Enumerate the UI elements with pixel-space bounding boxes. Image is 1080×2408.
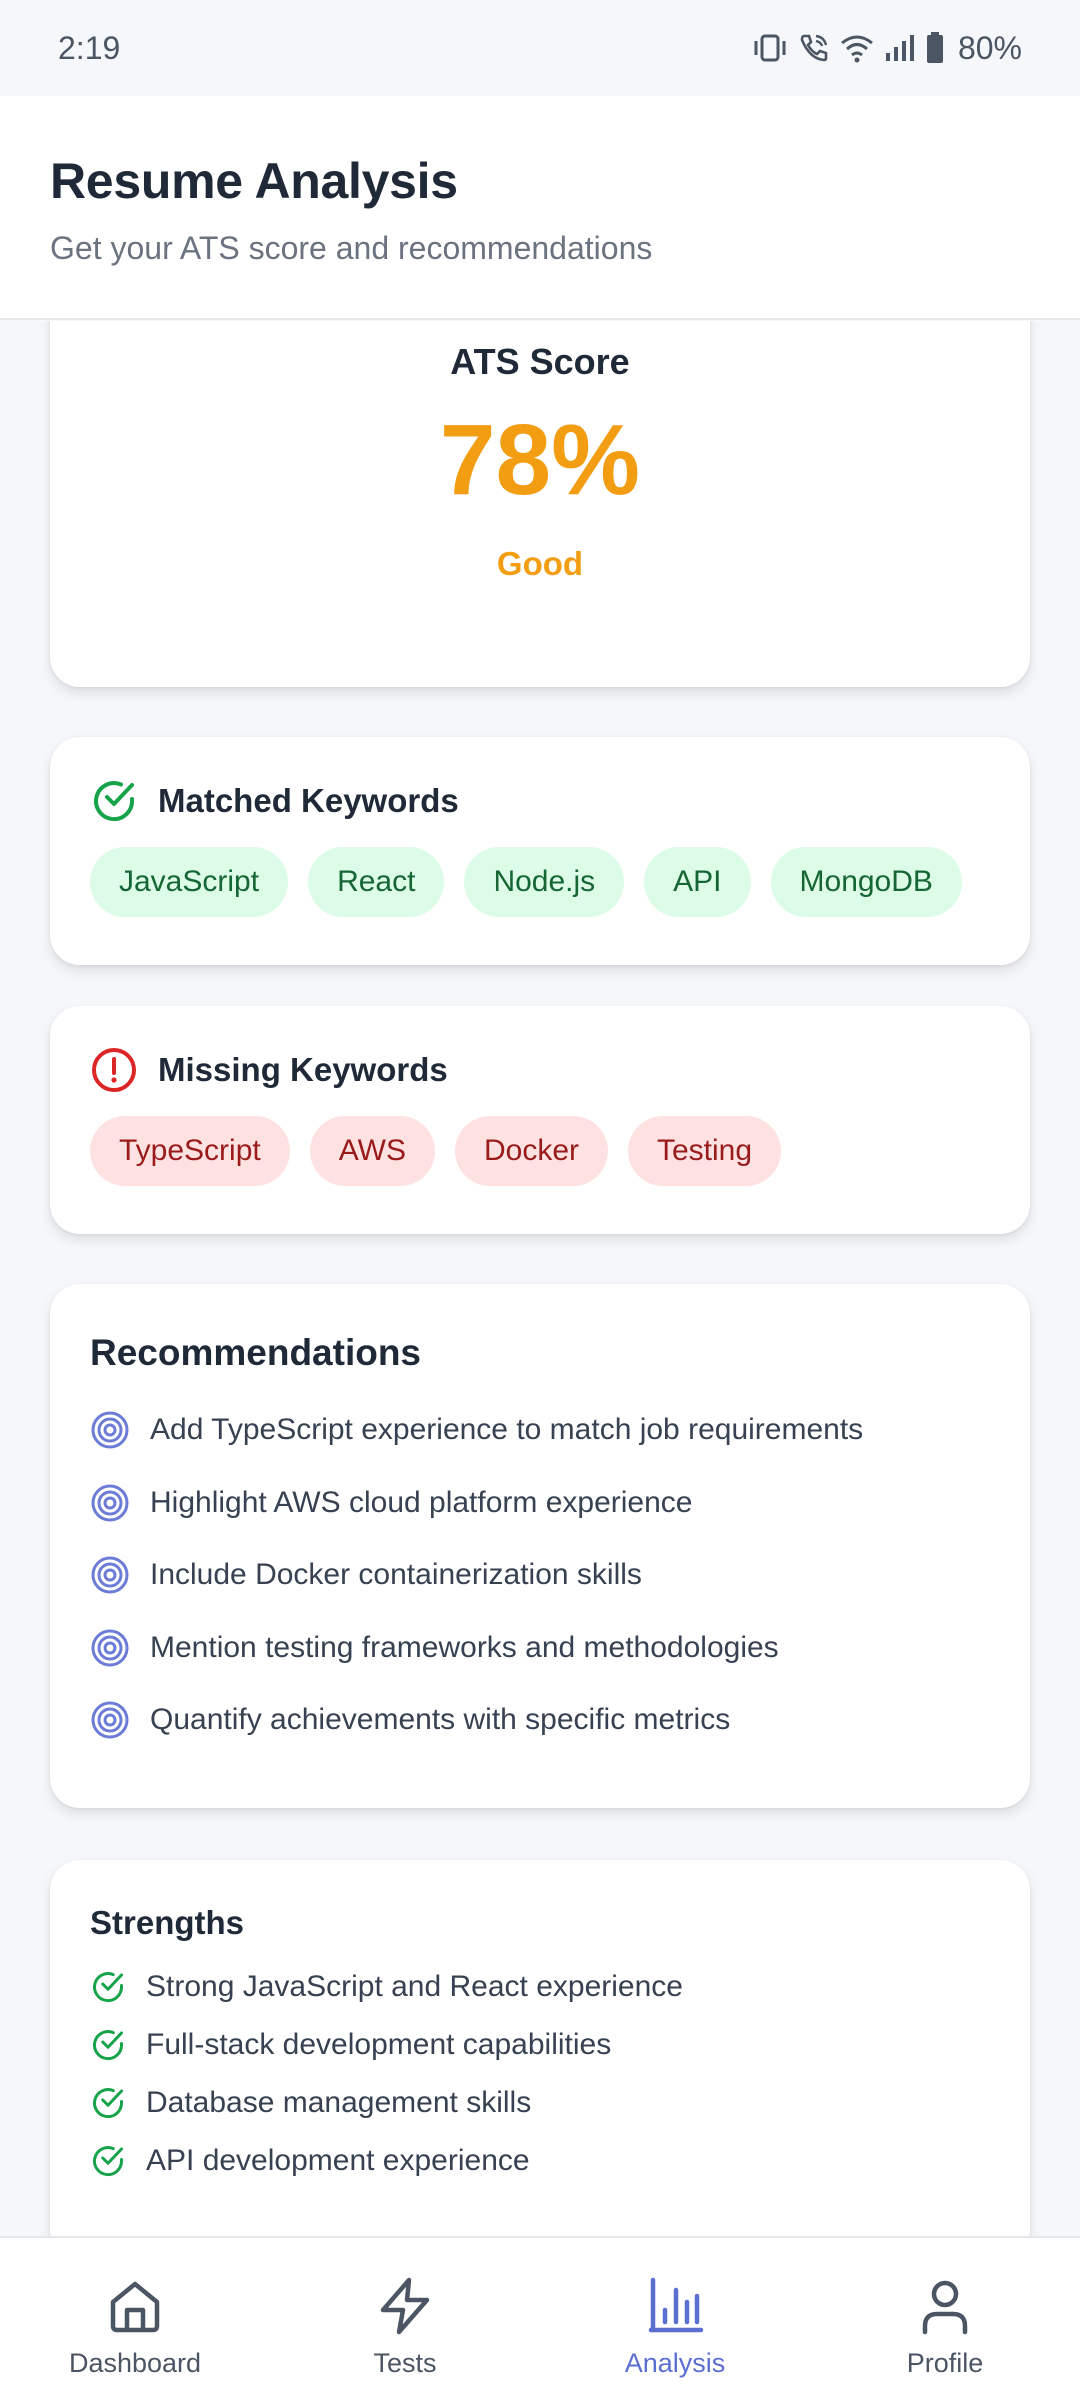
- strengths-card: Strengths Strong JavaScript and React ex…: [50, 1860, 1030, 2236]
- status-time: 2:19: [58, 29, 121, 66]
- strength-text: Strong JavaScript and React experience: [146, 1970, 683, 2003]
- wifi-icon: [841, 35, 873, 63]
- check-circle-icon: [93, 2030, 124, 2061]
- page-header: Resume Analysis Get your ATS score and r…: [0, 96, 1080, 320]
- recommendation-text: Add TypeScript experience to match job r…: [150, 1413, 864, 1447]
- page-subtitle: Get your ATS score and recommendations: [50, 230, 653, 266]
- target-icon: [91, 1629, 129, 1667]
- keyword-chip: TypeScript: [90, 1116, 290, 1186]
- ats-score-title: ATS Score: [450, 341, 630, 382]
- nav-item-profile[interactable]: Profile: [810, 2238, 1080, 2408]
- nav-label: Dashboard: [68, 2348, 202, 2378]
- signal-icon: [885, 35, 914, 61]
- matched-keywords-card: Matched Keywords JavaScript React Node.j…: [50, 737, 1030, 965]
- target-icon: [91, 1701, 129, 1739]
- keyword-chip: JavaScript: [90, 847, 289, 917]
- keyword-chip: API: [644, 847, 751, 917]
- recommendation-text: Mention testing frameworks and methodolo…: [150, 1630, 779, 1664]
- alert-circle-icon: [92, 1048, 136, 1092]
- recommendation-text: Highlight AWS cloud platform experience: [150, 1485, 693, 1519]
- nav-label: Profile: [906, 2348, 984, 2378]
- keyword-chip: AWS: [309, 1116, 435, 1186]
- nav-label: Tests: [373, 2348, 437, 2378]
- recommendations-card: Recommendations Add TypeScript experienc…: [50, 1284, 1030, 1808]
- status-icons: 80%: [752, 30, 1022, 67]
- target-icon: [91, 1556, 129, 1594]
- battery-icon: [926, 32, 943, 63]
- list-item: API development experience: [90, 2132, 990, 2190]
- check-circle-icon: [94, 781, 135, 822]
- list-item: Mention testing frameworks and methodolo…: [90, 1612, 990, 1685]
- check-circle-icon: [93, 2146, 124, 2177]
- strength-text: API development experience: [146, 2144, 530, 2177]
- ats-score-value: 78%: [439, 404, 641, 516]
- missing-keywords-list: TypeScript AWS Docker Testing: [90, 1116, 990, 1186]
- strength-text: Full-stack development capabilities: [146, 2028, 612, 2061]
- wifi-call-icon: [800, 34, 828, 62]
- bar-chart-icon: [648, 2277, 704, 2333]
- ats-score-rating: Good: [496, 545, 584, 582]
- list-item: Include Docker containerization skills: [90, 1539, 990, 1612]
- list-item: Quantify achievements with specific metr…: [90, 1684, 990, 1757]
- nav-label: Analysis: [624, 2348, 726, 2378]
- list-item: Highlight AWS cloud platform experience: [90, 1467, 990, 1540]
- recommendations-title: Recommendations: [90, 1332, 422, 1373]
- missing-keywords-title: Missing Keywords: [158, 1051, 448, 1088]
- strength-text: Database management skills: [146, 2086, 532, 2119]
- ats-score-card: ATS Score 78% Good: [50, 321, 1030, 687]
- matched-keywords-list: JavaScript React Node.js API MongoDB: [90, 847, 990, 917]
- check-circle-icon: [93, 1972, 124, 2003]
- bottom-nav: Dashboard Tests Analysis Profile: [0, 2236, 1080, 2408]
- keyword-chip: Docker: [454, 1116, 608, 1186]
- battery-percent: 80%: [957, 29, 1022, 66]
- keyword-chip: Node.js: [464, 847, 625, 917]
- keyword-chip: MongoDB: [770, 847, 962, 917]
- nav-item-dashboard[interactable]: Dashboard: [0, 2238, 270, 2408]
- matched-keywords-title: Matched Keywords: [158, 782, 459, 819]
- page-title: Resume Analysis: [50, 153, 458, 209]
- check-circle-icon: [93, 2088, 124, 2119]
- list-item: Database management skills: [90, 2074, 990, 2132]
- keyword-chip: React: [308, 847, 445, 917]
- list-item: Full-stack development capabilities: [90, 2016, 990, 2074]
- recommendation-text: Include Docker containerization skills: [150, 1558, 642, 1592]
- home-icon: [110, 2281, 160, 2333]
- target-icon: [91, 1411, 129, 1449]
- vibrate-icon: [754, 34, 786, 62]
- lightning-icon: [380, 2277, 430, 2335]
- list-item: Add TypeScript experience to match job r…: [90, 1394, 990, 1467]
- strengths-title: Strengths: [90, 1904, 245, 1941]
- nav-item-analysis[interactable]: Analysis: [540, 2238, 810, 2408]
- target-icon: [91, 1484, 129, 1522]
- status-bar: 2:19 80%: [0, 0, 1080, 96]
- keyword-chip: Testing: [628, 1116, 782, 1186]
- list-item: Strong JavaScript and React experience: [90, 1958, 990, 2016]
- recommendation-text: Quantify achievements with specific metr…: [150, 1703, 731, 1737]
- nav-item-tests[interactable]: Tests: [270, 2238, 540, 2408]
- analysis-scroll-area[interactable]: ATS Score 78% Good Matched Keywords Java…: [0, 321, 1080, 2236]
- user-icon: [922, 2280, 968, 2335]
- missing-keywords-card: Missing Keywords TypeScript AWS Docker T…: [50, 1006, 1030, 1234]
